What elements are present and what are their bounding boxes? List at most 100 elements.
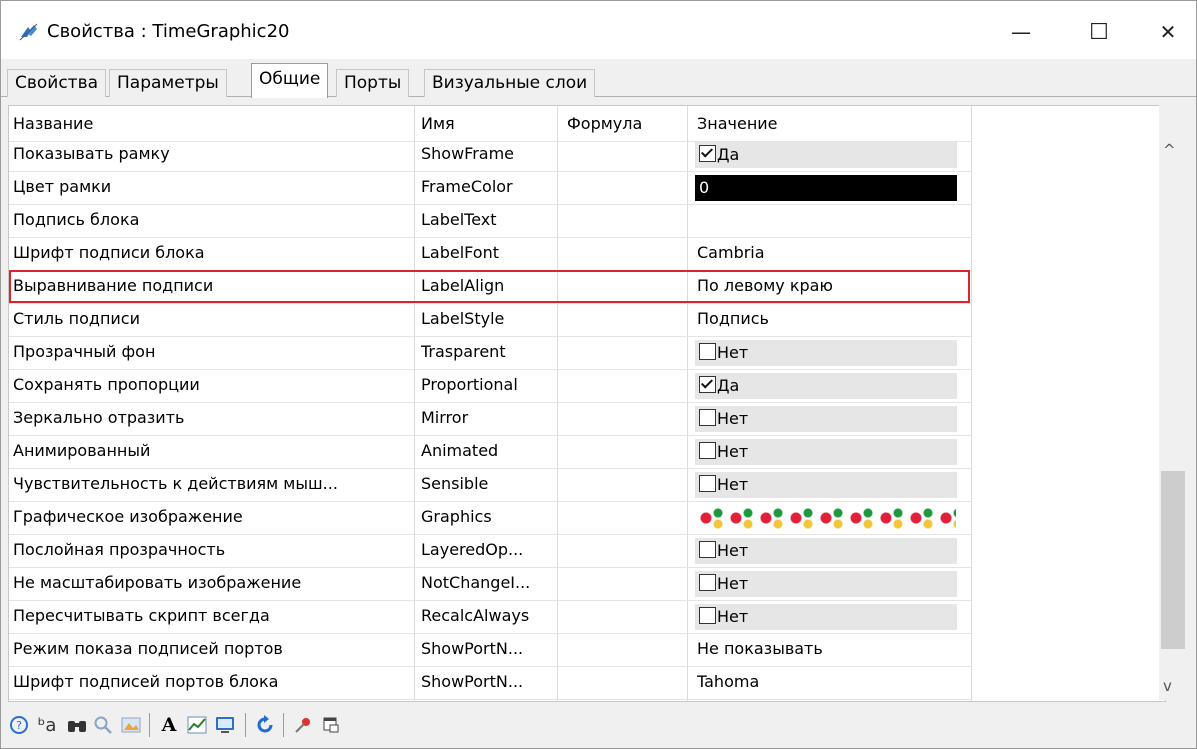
property-id: FrameColor xyxy=(421,177,513,196)
property-formula[interactable] xyxy=(567,171,687,204)
picture-icon[interactable] xyxy=(119,713,143,737)
value-box[interactable]: Нет xyxy=(695,604,957,630)
property-value: Нет xyxy=(717,343,749,362)
help-icon[interactable]: ? xyxy=(7,713,31,737)
property-formula[interactable] xyxy=(567,666,687,699)
property-formula[interactable] xyxy=(567,303,687,336)
property-formula[interactable] xyxy=(567,534,687,567)
property-formula[interactable] xyxy=(567,204,687,237)
property-grid: Название Имя Формула Значение Показывать… xyxy=(8,105,1166,702)
property-value: Да xyxy=(717,145,740,164)
property-value[interactable]: Tahoma xyxy=(697,666,957,699)
table-row[interactable]: Стиль подписи LabelStyle Подпись xyxy=(9,303,971,337)
value-box[interactable]: Нет xyxy=(695,472,957,498)
table-row[interactable]: Шрифт подписи блока LabelFont Cambria xyxy=(9,237,971,271)
property-name: Анимированный xyxy=(13,441,151,460)
header-formula[interactable]: Формула xyxy=(567,108,687,141)
rename-icon[interactable]: ᵇa xyxy=(35,713,59,737)
tab-ports[interactable]: Порты xyxy=(336,69,410,97)
checkbox-unchecked-icon[interactable] xyxy=(699,409,716,426)
table-row[interactable]: Анимированный Animated Нет xyxy=(9,435,971,469)
tab-properties[interactable]: Свойства xyxy=(7,69,107,97)
property-name: Чувствительность к действиям мыш... xyxy=(13,474,338,493)
value-box[interactable]: Да xyxy=(695,142,957,168)
image-preview[interactable] xyxy=(696,506,956,530)
zoom-icon[interactable] xyxy=(91,713,115,737)
checkbox-unchecked-icon[interactable] xyxy=(699,574,716,591)
maximize-button[interactable]: ☐ xyxy=(1069,7,1129,57)
property-formula[interactable] xyxy=(567,435,687,468)
table-row[interactable]: Пересчитывать скрипт всегда RecalcAlways… xyxy=(9,600,971,634)
property-formula[interactable] xyxy=(567,336,687,369)
checkbox-unchecked-icon[interactable] xyxy=(699,607,716,624)
header-id[interactable]: Имя xyxy=(421,108,556,141)
svg-text:?: ? xyxy=(16,719,22,732)
pin-icon[interactable] xyxy=(291,713,315,737)
property-formula[interactable] xyxy=(567,369,687,402)
property-name: Режим показа подписей портов xyxy=(13,639,283,658)
app-icon xyxy=(19,23,38,41)
scrollbar-thumb[interactable] xyxy=(1161,471,1185,649)
value-box[interactable]: Нет xyxy=(695,439,957,465)
table-row[interactable]: Зеркально отразить Mirror Нет xyxy=(9,402,971,436)
property-value: 0 xyxy=(699,178,710,197)
header-value[interactable]: Значение xyxy=(697,108,957,141)
table-row[interactable]: Цвет рамки FrameColor 0 xyxy=(9,171,971,205)
table-row[interactable]: Показывать рамку ShowFrame Да xyxy=(9,138,971,172)
monitor-icon[interactable] xyxy=(213,713,237,737)
value-box[interactable]: Нет xyxy=(695,340,957,366)
property-name: Сохранять пропорции xyxy=(13,375,200,394)
minimize-button[interactable]: — xyxy=(991,7,1051,57)
toolbar-separator xyxy=(245,713,246,737)
chart-icon[interactable] xyxy=(185,713,209,737)
scroll-up-icon[interactable]: ^ xyxy=(1163,141,1176,159)
checkbox-unchecked-icon[interactable] xyxy=(699,343,716,360)
property-value[interactable]: Cambria xyxy=(697,237,957,270)
tab-general[interactable]: Общие xyxy=(251,63,329,98)
header-row: Название Имя Формула Значение xyxy=(9,108,971,142)
property-formula[interactable] xyxy=(567,633,687,666)
table-row[interactable]: Подпись блока LabelText xyxy=(9,204,971,238)
property-formula[interactable] xyxy=(567,501,687,534)
property-formula[interactable] xyxy=(567,600,687,633)
font-icon[interactable]: A xyxy=(157,713,181,737)
property-formula[interactable] xyxy=(567,237,687,270)
value-box[interactable]: Нет xyxy=(695,571,957,597)
property-formula[interactable] xyxy=(567,468,687,501)
table-row[interactable]: Графическое изображение Graphics xyxy=(9,501,971,535)
property-formula[interactable] xyxy=(567,402,687,435)
tab-parameters[interactable]: Параметры xyxy=(109,69,227,97)
scroll-down-icon[interactable]: v xyxy=(1163,677,1172,695)
close-button[interactable]: ✕ xyxy=(1138,7,1196,57)
value-box[interactable]: Нет xyxy=(695,406,957,432)
value-box[interactable]: Да xyxy=(695,373,957,399)
column-divider xyxy=(971,106,972,701)
checkbox-unchecked-icon[interactable] xyxy=(699,442,716,459)
property-formula[interactable] xyxy=(567,567,687,600)
table-row[interactable]: Шрифт подписей портов блока ShowPortN...… xyxy=(9,666,971,700)
table-row[interactable]: Сохранять пропорции Proportional Да xyxy=(9,369,971,403)
table-row[interactable]: Режим показа подписей портов ShowPortN..… xyxy=(9,633,971,667)
find-icon[interactable] xyxy=(65,713,89,737)
checkbox-unchecked-icon[interactable] xyxy=(699,541,716,558)
header-name[interactable]: Название xyxy=(13,108,408,141)
window-icon[interactable] xyxy=(319,713,343,737)
table-row[interactable]: Прозрачный фон Trasparent Нет xyxy=(9,336,971,370)
property-name: Подпись блока xyxy=(13,210,140,229)
checkbox-checked-icon[interactable] xyxy=(699,376,716,393)
refresh-icon[interactable] xyxy=(253,713,277,737)
checkbox-unchecked-icon[interactable] xyxy=(699,475,716,492)
value-box[interactable]: Нет xyxy=(695,538,957,564)
table-row[interactable]: Чувствительность к действиям мыш... Sens… xyxy=(9,468,971,502)
property-formula[interactable] xyxy=(567,138,687,171)
table-row[interactable]: Послойная прозрачность LayeredOp... Нет xyxy=(9,534,971,568)
property-value[interactable]: Подпись xyxy=(697,303,957,336)
table-row[interactable]: Не масштабировать изображение NotChangeI… xyxy=(9,567,971,601)
checkbox-checked-icon[interactable] xyxy=(699,145,716,162)
property-value[interactable] xyxy=(697,204,957,237)
tab-visual-layers[interactable]: Визуальные слои xyxy=(424,69,596,97)
title-bar[interactable]: Свойства : TimeGraphic20 — ☐ ✕ xyxy=(1,1,1196,59)
property-value[interactable]: Не показывать xyxy=(697,633,957,666)
close-icon: ✕ xyxy=(1159,20,1177,44)
color-swatch[interactable]: 0 xyxy=(695,175,957,201)
